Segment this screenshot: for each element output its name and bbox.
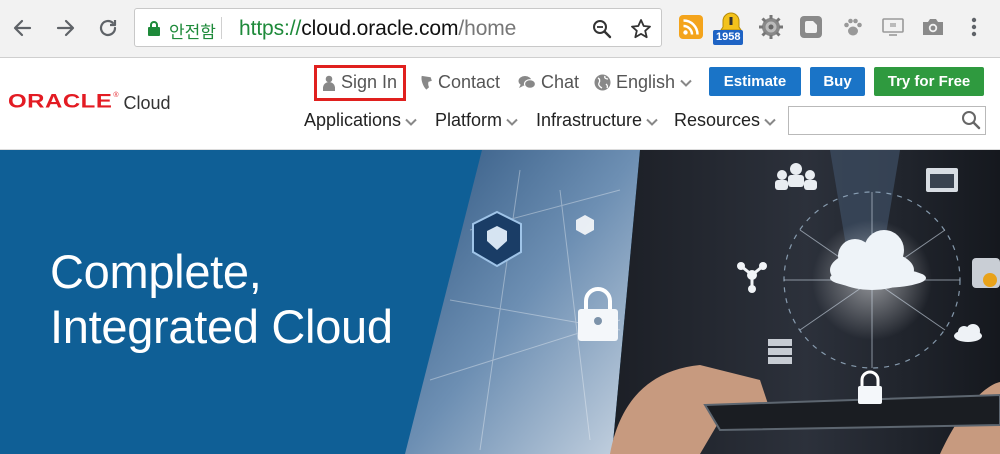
reload-icon	[99, 19, 117, 37]
hero-headline-line-2: Integrated Cloud	[50, 300, 393, 353]
rss-extension[interactable]	[678, 14, 704, 40]
menu-label: Resources	[674, 110, 761, 130]
menu-resources[interactable]: Resources	[674, 110, 776, 131]
reload-button[interactable]	[92, 12, 124, 44]
address-bar[interactable]: 안전함 https://cloud.oracle.com/home	[134, 8, 662, 47]
lock-icon	[148, 21, 160, 36]
url-scheme: https://	[239, 17, 302, 40]
menu-label: Platform	[435, 110, 503, 130]
bookmark-button[interactable]	[629, 17, 653, 41]
chevron-down-icon	[405, 118, 417, 126]
rss-icon	[679, 15, 703, 39]
chat-label: Chat	[541, 72, 580, 92]
menu-label: Applications	[304, 110, 402, 130]
chat-bubble-icon	[518, 75, 536, 89]
try-for-free-button[interactable]: Try for Free	[874, 67, 984, 96]
gear-extension[interactable]	[758, 14, 784, 40]
oracle-cloud-logo[interactable]: ORACLE ® Cloud	[8, 88, 171, 116]
chevron-down-icon	[680, 79, 692, 87]
url-path: /home	[458, 17, 517, 40]
zoom-icon	[593, 20, 612, 39]
estimate-button[interactable]: Estimate	[709, 67, 801, 96]
logo-brand: ORACLE	[8, 90, 113, 113]
square-extension[interactable]	[798, 14, 824, 40]
hero-headline-line-1: Complete,	[50, 245, 262, 298]
camera-extension-icon	[923, 19, 943, 35]
chevron-down-icon	[646, 118, 658, 126]
sign-in-highlight	[314, 65, 406, 101]
menu-platform[interactable]: Platform	[435, 110, 518, 131]
screen-extension-icon	[882, 18, 904, 36]
contact-link[interactable]: Contact	[419, 72, 500, 93]
omnibox-divider	[221, 17, 222, 39]
star-icon	[631, 19, 651, 39]
language-selector[interactable]: English	[594, 72, 692, 93]
logo-product: Cloud	[123, 93, 171, 113]
contact-label: Contact	[438, 72, 501, 92]
search-input[interactable]	[789, 107, 959, 134]
language-label: English	[616, 72, 676, 92]
more-menu-icon	[971, 17, 977, 37]
paw-extension-icon	[844, 18, 862, 36]
buy-button[interactable]: Buy	[810, 67, 865, 96]
browser-menu-button[interactable]	[961, 14, 987, 40]
secure-label: 안전함	[169, 23, 216, 43]
phone-icon	[421, 75, 432, 90]
paw-extension[interactable]	[840, 14, 866, 40]
site-header: ORACLE ® Cloud Sign In Contact Chat Engl…	[0, 58, 1000, 150]
hero-banner: Complete, Integrated Cloud	[0, 150, 1000, 454]
url-text[interactable]: https://cloud.oracle.com/home	[239, 17, 516, 41]
back-button[interactable]	[6, 12, 38, 44]
menu-applications[interactable]: Applications	[304, 110, 417, 131]
chat-link[interactable]: Chat	[518, 72, 579, 93]
back-arrow-icon	[13, 19, 32, 37]
square-extension-icon	[800, 16, 822, 38]
hero-headline: Complete, Integrated Cloud	[50, 244, 393, 354]
extension-badge: 1958	[713, 30, 744, 45]
forward-arrow-icon	[56, 19, 75, 37]
screen-extension[interactable]	[880, 14, 906, 40]
url-host: cloud.oracle.com	[301, 17, 459, 40]
zoom-button[interactable]	[590, 17, 614, 41]
chevron-down-icon	[764, 118, 776, 126]
browser-toolbar: 안전함 https://cloud.oracle.com/home 1958	[0, 0, 1000, 58]
site-search-box	[788, 106, 986, 135]
menu-infrastructure[interactable]: Infrastructure	[536, 110, 658, 131]
globe-icon	[594, 74, 611, 91]
chevron-down-icon	[506, 118, 518, 126]
logo-registered-mark: ®	[113, 92, 119, 99]
menu-label: Infrastructure	[536, 110, 643, 130]
search-icon[interactable]	[961, 110, 981, 130]
gear-extension-icon	[759, 15, 783, 39]
forward-button[interactable]	[50, 12, 82, 44]
camera-extension[interactable]	[920, 14, 946, 40]
